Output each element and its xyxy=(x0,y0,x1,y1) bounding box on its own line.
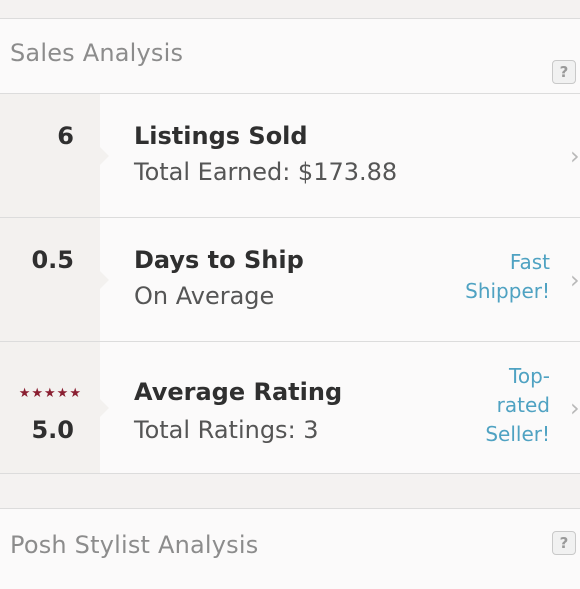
badge-line: Top- xyxy=(509,364,550,388)
fast-shipper-badge: Fast Shipper! xyxy=(465,248,550,306)
badge-line: Fast xyxy=(509,250,550,274)
posh-stylist-analysis-title: Posh Stylist Analysis xyxy=(10,531,259,559)
help-icon[interactable]: ? xyxy=(552,60,576,84)
average-rating-title: Average Rating xyxy=(134,378,343,406)
row-value-panel xyxy=(0,218,100,341)
days-to-ship-value: 0.5 xyxy=(31,246,74,274)
days-to-ship-row[interactable]: 0.5 Days to Ship On Average Fast Shipper… xyxy=(0,217,580,341)
chevron-right-icon[interactable]: › xyxy=(570,142,580,170)
on-average-text: On Average xyxy=(134,282,275,310)
badge-line: rated xyxy=(496,393,550,417)
sales-analysis-card: Sales Analysis ? xyxy=(0,19,580,94)
chevron-right-icon[interactable]: › xyxy=(570,394,580,422)
badge-line: Seller! xyxy=(485,422,550,446)
chevron-right-icon[interactable]: › xyxy=(570,266,580,294)
posh-stylist-analysis-card: Posh Stylist Analysis ? xyxy=(0,508,580,589)
average-rating-value: 5.0 xyxy=(31,416,74,444)
row-notch xyxy=(100,398,109,417)
row-notch xyxy=(100,146,109,165)
help-icon[interactable]: ? xyxy=(552,531,576,555)
total-earned-text: Total Earned: $173.88 xyxy=(134,158,398,186)
sales-analysis-title: Sales Analysis xyxy=(10,39,184,67)
average-rating-row[interactable]: ★★★★★ 5.0 Average Rating Total Ratings: … xyxy=(0,341,580,474)
row-value-panel xyxy=(0,342,100,473)
row-value-panel xyxy=(0,94,100,217)
listings-sold-count: 6 xyxy=(57,122,74,150)
row-notch xyxy=(100,270,109,289)
days-to-ship-title: Days to Ship xyxy=(134,246,304,274)
listings-sold-title: Listings Sold xyxy=(134,122,308,150)
total-ratings-text: Total Ratings: 3 xyxy=(134,416,319,444)
top-rated-seller-badge: Top- rated Seller! xyxy=(485,362,550,449)
sales-analysis-header: Sales Analysis ? xyxy=(0,19,580,92)
listings-sold-row[interactable]: 6 Listings Sold Total Earned: $173.88 › xyxy=(0,93,580,217)
badge-line: Shipper! xyxy=(465,279,550,303)
star-icon: ★★★★★ xyxy=(18,386,82,401)
